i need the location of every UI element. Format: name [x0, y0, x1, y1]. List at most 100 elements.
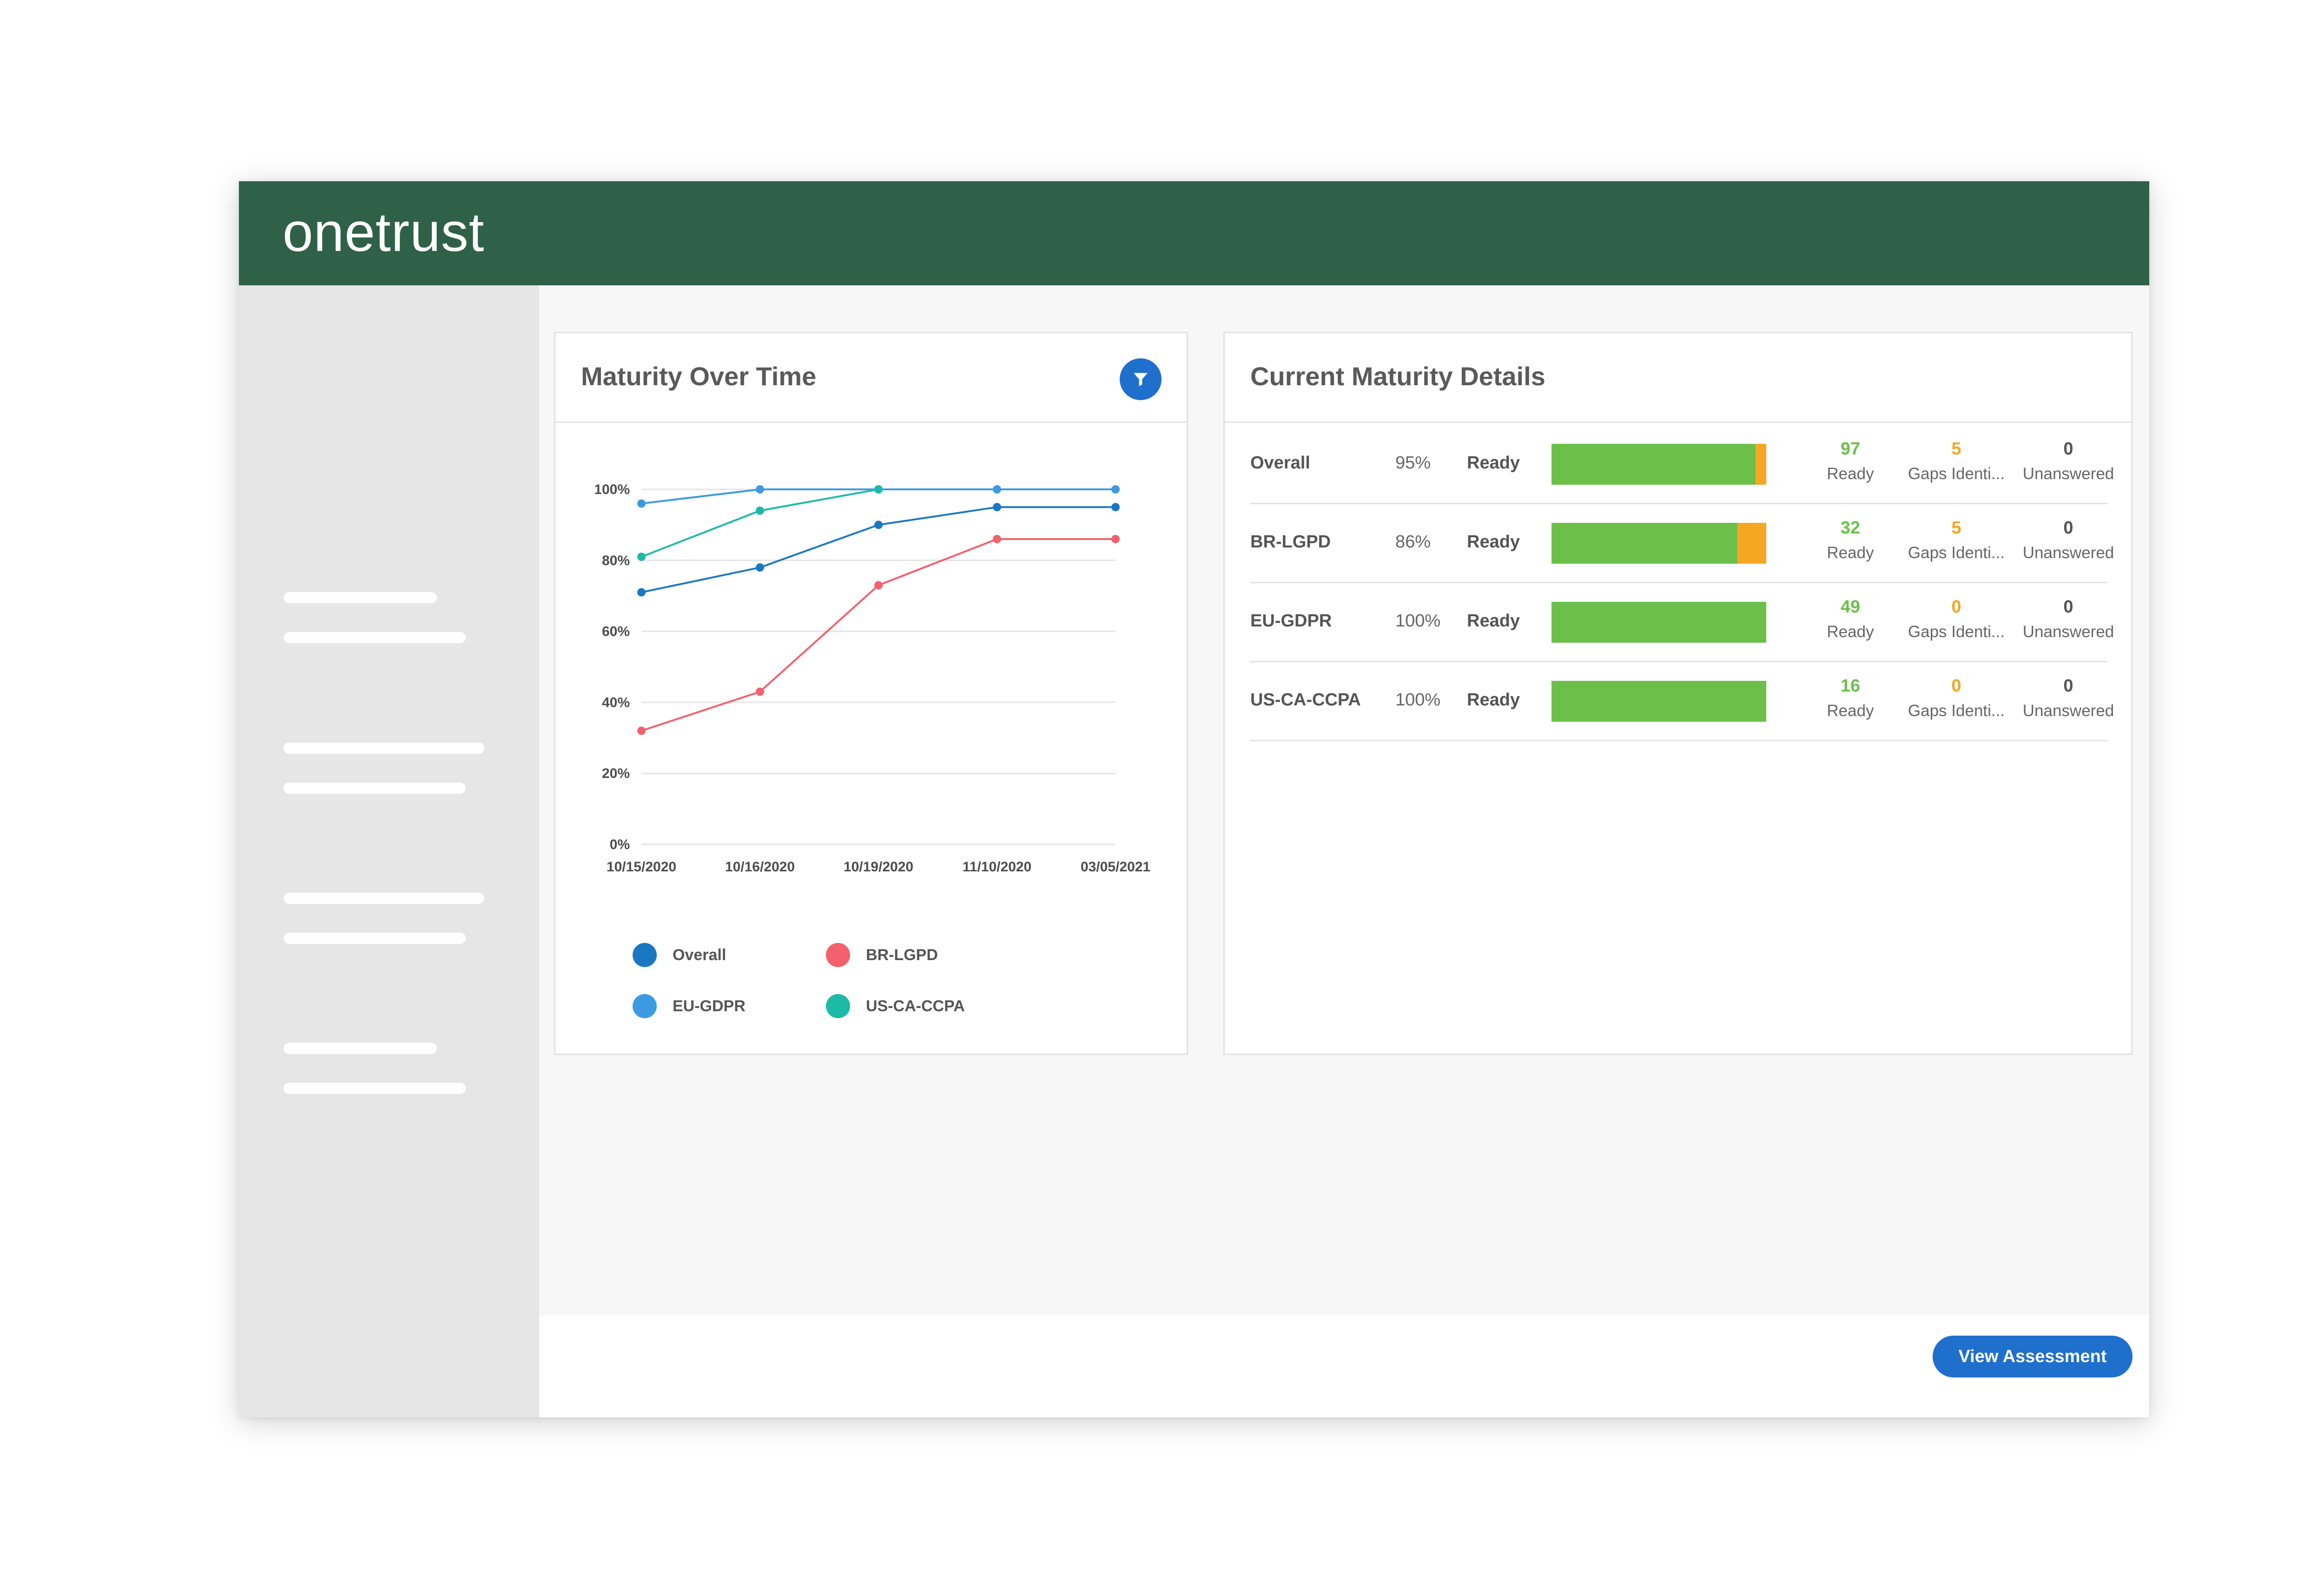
data-point-eu-gdpr [637, 499, 646, 508]
x-tick-label: 10/15/2020 [607, 859, 676, 875]
data-point-overall [1111, 503, 1120, 512]
legend-item-us-ca-ccpa[interactable]: US-CA-CCPA [826, 994, 965, 1018]
x-tick-label: 03/05/2021 [1081, 859, 1150, 875]
data-point-overall [637, 588, 646, 597]
ready-count: 32 Ready [1797, 518, 1904, 562]
sidebar-placeholder-line[interactable] [284, 1043, 437, 1054]
ready-count-label: Ready [1827, 465, 1874, 483]
row-percent: 86% [1395, 532, 1431, 552]
readiness-bar-fill [1552, 523, 1737, 564]
gaps-count-label: Gaps Identi... [1908, 465, 2005, 483]
data-point-overall [874, 520, 883, 529]
readiness-bar-fill [1552, 602, 1766, 643]
ready-count: 49 Ready [1797, 597, 1904, 641]
unanswered-count-value: 0 [2063, 597, 2073, 617]
readiness-bar [1552, 681, 1766, 722]
data-point-us-ca-ccpa [874, 485, 883, 494]
footer-bar: View Assessment [539, 1315, 2149, 1417]
unanswered-count-label: Unanswered [2022, 465, 2114, 483]
gaps-count: 0 Gaps Identi... [1903, 597, 2010, 641]
row-name: US-CA-CCPA [1250, 690, 1361, 710]
unanswered-count: 0 Unanswered [2015, 676, 2122, 720]
row-name: Overall [1250, 453, 1310, 473]
readiness-bar-fill [1552, 444, 1756, 485]
sidebar-placeholder-line[interactable] [284, 592, 437, 603]
ready-count: 16 Ready [1797, 676, 1904, 720]
readiness-bar [1552, 444, 1766, 485]
data-point-br-lgpd [874, 581, 883, 590]
maturity-row[interactable]: US-CA-CCPA 100% Ready 16 Ready 0 Gaps Identi..… [1250, 662, 2114, 741]
gaps-count-label: Gaps Identi... [1908, 702, 2005, 720]
unanswered-count-value: 0 [2063, 518, 2073, 538]
gaps-count: 5 Gaps Identi... [1903, 518, 2010, 562]
sidebar-placeholder-line[interactable] [284, 632, 466, 643]
row-status: Ready [1467, 453, 1520, 473]
gaps-count-label: Gaps Identi... [1908, 623, 2005, 641]
onetrust-logo[interactable]: onetrust [283, 201, 484, 264]
unanswered-count: 0 Unanswered [2015, 518, 2122, 562]
row-status: Ready [1467, 690, 1520, 710]
unanswered-count: 0 Unanswered [2015, 597, 2122, 641]
gaps-count: 0 Gaps Identi... [1903, 676, 2010, 720]
legend-label: Overall [673, 946, 726, 964]
sidebar-placeholder-line[interactable] [284, 893, 484, 904]
legend-dot [633, 943, 657, 967]
gaps-count-value: 0 [1951, 597, 1961, 617]
readiness-bar [1552, 523, 1766, 564]
gaps-count: 5 Gaps Identi... [1903, 439, 2010, 483]
unanswered-count-label: Unanswered [2022, 544, 2114, 562]
maturity-row[interactable]: BR-LGPD 86% Ready 32 Ready 5 Gaps Identi... 0 Un… [1250, 504, 2114, 583]
x-tick-label: 10/16/2020 [725, 859, 795, 875]
y-tick-label: 40% [602, 695, 630, 710]
data-point-eu-gdpr [993, 485, 1001, 494]
unanswered-count-label: Unanswered [2022, 702, 2114, 720]
app-window: onetrust Maturity Over Time 100% 80% 60% 40… [239, 181, 2149, 1417]
data-point-eu-gdpr [1111, 485, 1120, 494]
sidebar-placeholder-line[interactable] [284, 1083, 466, 1094]
unanswered-count-value: 0 [2063, 676, 2073, 696]
top-header: onetrust [239, 181, 2149, 285]
data-point-us-ca-ccpa [637, 553, 646, 561]
series-line-overall [641, 506, 1116, 593]
row-status: Ready [1467, 532, 1520, 552]
ready-count-label: Ready [1827, 544, 1874, 562]
ready-count-value: 32 [1840, 518, 1861, 538]
gaps-count-value: 5 [1951, 439, 1961, 459]
row-status: Ready [1467, 611, 1520, 631]
sidebar [239, 285, 539, 1417]
y-tick-label: 100% [594, 482, 630, 497]
ready-count-label: Ready [1827, 623, 1874, 641]
sidebar-placeholder-line[interactable] [284, 743, 484, 754]
card-title: Current Maturity Details [1250, 362, 1545, 391]
filter-button[interactable] [1120, 358, 1162, 400]
view-assessment-button[interactable]: View Assessment [1933, 1336, 2133, 1377]
data-point-br-lgpd [756, 687, 764, 696]
data-point-overall [993, 503, 1001, 512]
unanswered-count-label: Unanswered [2022, 623, 2114, 641]
legend-label: EU-GDPR [673, 997, 746, 1015]
legend-label: BR-LGPD [866, 946, 938, 964]
row-name: BR-LGPD [1250, 532, 1331, 552]
ready-count-label: Ready [1827, 702, 1874, 720]
gaps-count-value: 5 [1951, 518, 1961, 538]
legend-item-eu-gdpr[interactable]: EU-GDPR [633, 994, 746, 1018]
filter-icon [1134, 373, 1148, 386]
row-percent: 100% [1395, 611, 1441, 631]
data-point-us-ca-ccpa [756, 506, 764, 515]
legend-item-br-lgpd[interactable]: BR-LGPD [826, 943, 938, 967]
legend-dot [826, 994, 850, 1018]
unanswered-count: 0 Unanswered [2015, 439, 2122, 483]
sidebar-placeholder-line[interactable] [284, 933, 466, 944]
y-tick-label: 80% [602, 553, 630, 568]
data-point-br-lgpd [993, 534, 1001, 543]
ready-count-value: 49 [1840, 597, 1861, 617]
legend-label: US-CA-CCPA [866, 997, 965, 1015]
legend-item-overall[interactable]: Overall [633, 943, 726, 967]
maturity-row[interactable]: EU-GDPR 100% Ready 49 Ready 0 Gaps Identi... 0 U… [1250, 583, 2114, 662]
ready-count: 97 Ready [1797, 439, 1904, 483]
card-divider [555, 422, 1187, 423]
data-point-br-lgpd [637, 726, 646, 735]
sidebar-placeholder-line[interactable] [284, 783, 466, 794]
maturity-row[interactable]: Overall 95% Ready 97 Ready 5 Gaps Identi... 0 Un… [1250, 425, 2114, 504]
y-tick-label: 20% [602, 766, 630, 781]
